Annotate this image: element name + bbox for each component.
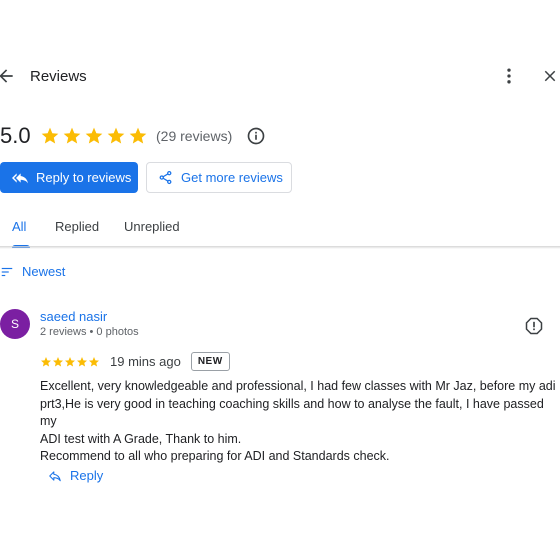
star-icon <box>53 356 63 366</box>
review-text-line: prt3,He is very good in teaching coachin… <box>40 396 544 429</box>
star-icon <box>85 127 103 144</box>
reply-button[interactable]: Reply <box>48 468 103 483</box>
get-more-reviews-label: Get more reviews <box>181 170 283 185</box>
star-icon <box>77 356 87 366</box>
star-icon <box>65 356 75 366</box>
sort-label: Newest <box>22 264 66 279</box>
tab-replied[interactable]: Replied <box>55 219 99 234</box>
filter-tabs: All Replied Unreplied <box>0 210 560 248</box>
sort-dropdown[interactable]: Newest <box>0 264 65 279</box>
review-stars <box>40 356 100 368</box>
rating-value: 5.0 <box>0 123 31 148</box>
star-icon <box>107 127 125 144</box>
close-icon[interactable] <box>541 67 559 85</box>
get-more-reviews-button[interactable]: Get more reviews <box>146 162 292 193</box>
review-time: 19 mins ago <box>110 354 181 369</box>
rating-stars <box>40 126 148 146</box>
reply-to-reviews-button[interactable]: Reply to reviews <box>0 162 138 193</box>
tab-all[interactable]: All <box>12 219 26 234</box>
more-vertical-icon[interactable] <box>499 66 519 86</box>
page-title: Reviews <box>30 68 87 85</box>
star-icon <box>63 127 81 144</box>
tab-unreplied[interactable]: Unreplied <box>124 219 180 234</box>
review-text-line: Recommend to all who preparing for ADI a… <box>40 449 390 463</box>
reply-label: Reply <box>70 468 104 483</box>
report-icon[interactable] <box>524 316 544 336</box>
reply-icon <box>49 470 61 481</box>
reply-to-reviews-label: Reply to reviews <box>36 170 132 185</box>
star-icon <box>89 356 99 366</box>
reply-all-icon <box>12 172 28 183</box>
star-icon <box>41 356 51 366</box>
arrow-back-icon[interactable] <box>0 66 16 86</box>
share-icon <box>159 170 172 185</box>
new-badge: NEW <box>190 352 230 371</box>
sort-icon <box>1 267 13 276</box>
action-buttons: Reply to reviews Get more reviews <box>0 162 292 193</box>
star-icon <box>129 127 147 144</box>
review-count: (29 reviews) <box>156 128 233 144</box>
review-text: Excellent, very knowledgeable and profes… <box>40 378 558 466</box>
avatar[interactable]: S <box>0 309 30 339</box>
reviewer-name[interactable]: saeed nasir <box>40 309 107 324</box>
header: Reviews <box>0 60 560 94</box>
review-text-line: ADI test with A Grade, Thank to him. <box>40 431 242 446</box>
tabs-divider <box>0 246 560 249</box>
review-meta-row: 19 mins ago NEW <box>40 352 230 371</box>
rating-summary: 5.0 (29 reviews) <box>0 122 266 150</box>
star-icon <box>41 127 59 144</box>
reviewer-meta: 2 reviews • 0 photos <box>40 326 139 338</box>
review-text-line: Excellent, very knowledgeable and profes… <box>40 379 556 393</box>
info-icon[interactable] <box>246 126 266 146</box>
